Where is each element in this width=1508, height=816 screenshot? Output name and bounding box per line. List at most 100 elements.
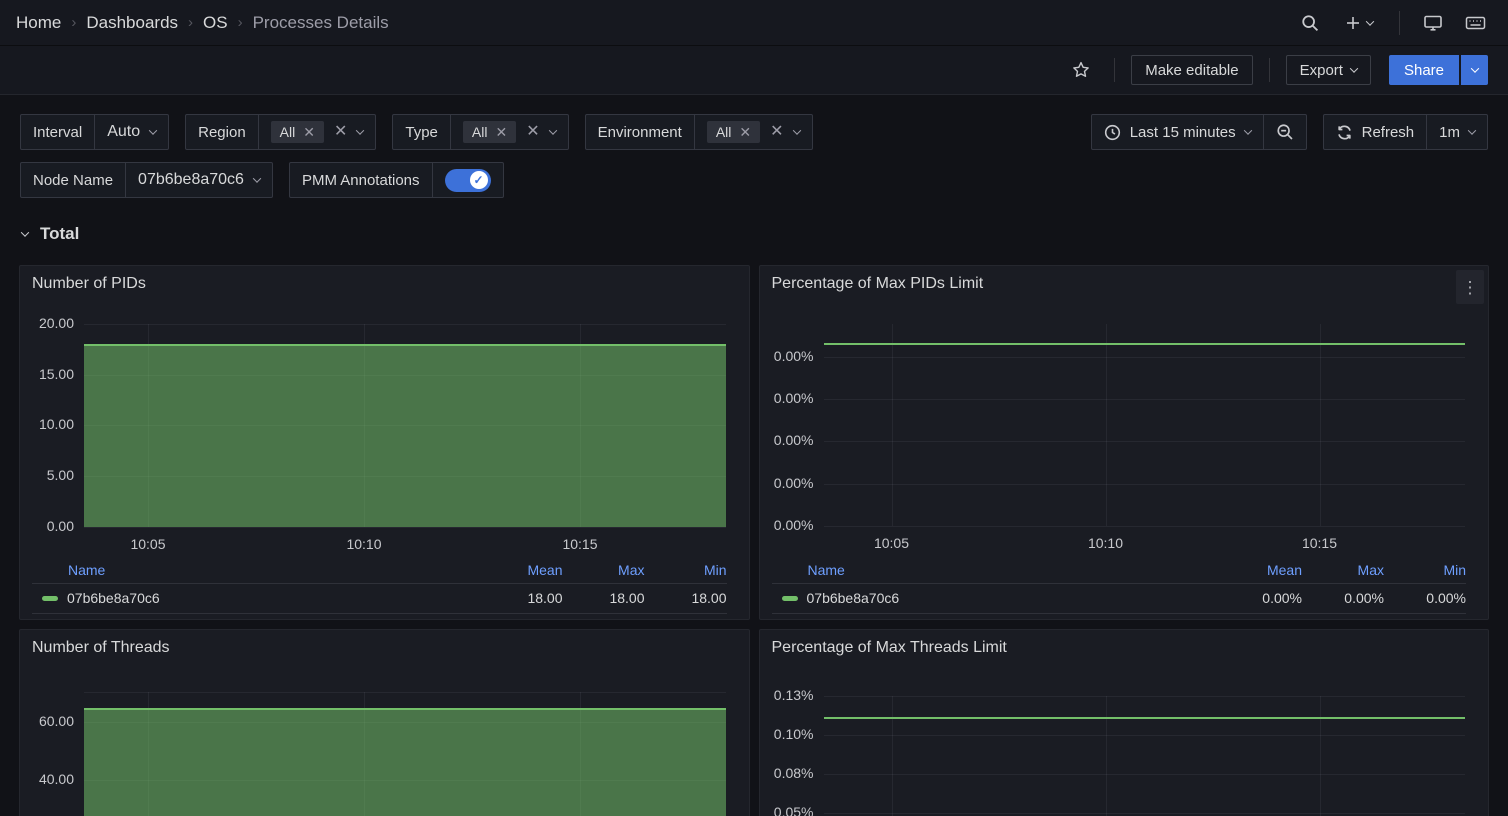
pmm-annotations-control: PMM Annotations ✓ (289, 162, 504, 198)
panel-menu-icon[interactable]: ⋮ (1456, 270, 1484, 304)
legend-col-min[interactable]: Min (645, 562, 727, 578)
type-chip[interactable]: All ✕ (463, 121, 516, 143)
pmm-annotations-toggle[interactable]: ✓ (445, 169, 491, 192)
legend-col-min[interactable]: Min (1384, 562, 1466, 578)
section-title: Total (40, 224, 79, 244)
make-editable-label: Make editable (1145, 62, 1238, 79)
type-label: Type (393, 115, 451, 149)
y-axis-label: 15.00 (20, 366, 74, 382)
series-name[interactable]: 07b6be8a70c6 (67, 590, 481, 606)
node-name-label: Node Name (21, 163, 126, 197)
environment-select[interactable]: All ✕ ✕ (695, 115, 812, 149)
grid-line (84, 527, 726, 528)
chevron-down-icon (356, 126, 364, 134)
legend-col-max[interactable]: Max (1302, 562, 1384, 578)
y-axis-label: 0.13% (760, 687, 814, 703)
series-max: 0.00% (1302, 590, 1384, 606)
toggle-check-icon: ✓ (470, 171, 488, 189)
breadcrumb-separator: › (71, 14, 76, 31)
chevron-down-icon (792, 126, 800, 134)
type-select[interactable]: All ✕ ✕ (451, 115, 568, 149)
y-axis-label: 20.00 (20, 315, 74, 331)
node-name-select[interactable]: 07b6be8a70c6 (126, 163, 272, 197)
grid-line (824, 357, 1466, 358)
y-axis-label: 10.00 (20, 416, 74, 432)
section-total-header[interactable]: Total (0, 198, 1508, 244)
environment-label: Environment (586, 115, 695, 149)
clear-filter-icon[interactable]: ✕ (526, 124, 539, 140)
share-button[interactable]: Share (1389, 55, 1459, 85)
legend-col-max[interactable]: Max (563, 562, 645, 578)
monitor-icon[interactable] (1416, 6, 1450, 40)
chevron-down-icon (253, 174, 261, 182)
environment-chip[interactable]: All ✕ (707, 121, 760, 143)
make-editable-button[interactable]: Make editable (1131, 55, 1252, 85)
keyboard-icon[interactable] (1458, 6, 1492, 40)
interval-select[interactable]: Auto (95, 115, 168, 149)
grid-line (824, 813, 1466, 814)
remove-chip-icon[interactable]: ✕ (739, 125, 751, 139)
refresh-icon (1336, 124, 1353, 141)
series-mean: 0.00% (1220, 590, 1302, 606)
breadcrumb-dashboards[interactable]: Dashboards (86, 13, 178, 33)
divider (1114, 58, 1115, 82)
region-filter: Region All ✕ ✕ (185, 114, 376, 150)
refresh-interval-value: 1m (1439, 124, 1460, 141)
time-range-button[interactable]: Last 15 minutes (1092, 115, 1263, 149)
panel-title[interactable]: Number of PIDs (32, 275, 146, 293)
environment-filter: Environment All ✕ ✕ (585, 114, 813, 150)
clear-filter-icon[interactable]: ✕ (770, 124, 783, 140)
legend-col-name[interactable]: Name (68, 562, 481, 578)
series-min: 18.00 (645, 590, 727, 606)
region-chip[interactable]: All ✕ (271, 121, 324, 143)
refresh-interval-button[interactable]: 1m (1426, 115, 1487, 149)
add-new-icon[interactable] (1335, 6, 1383, 40)
chevron-down-icon (1470, 64, 1478, 72)
legend-row: 07b6be8a70c6 18.00 18.00 18.00 (32, 584, 727, 614)
y-axis-label: 5.00 (20, 467, 74, 483)
legend-col-mean[interactable]: Mean (1220, 562, 1302, 578)
legend-col-name[interactable]: Name (808, 562, 1221, 578)
legend: Name Mean Max Min 07b6be8a70c6 0.00% 0.0… (772, 560, 1467, 614)
region-label: Region (186, 115, 259, 149)
series-line (824, 343, 1466, 345)
export-button[interactable]: Export (1286, 55, 1371, 85)
panel-title[interactable]: Percentage of Max Threads Limit (772, 639, 1007, 657)
breadcrumb-os[interactable]: OS (203, 13, 228, 33)
panel-title[interactable]: Percentage of Max PIDs Limit (772, 275, 984, 293)
x-axis-label: 10:15 (540, 536, 620, 552)
clear-filter-icon[interactable]: ✕ (334, 124, 347, 140)
breadcrumb: Home › Dashboards › OS › Processes Detai… (16, 13, 389, 33)
panel-number-of-threads: Number of Threads 60.0040.00 (19, 629, 750, 816)
star-icon[interactable] (1064, 53, 1098, 87)
panel-title[interactable]: Number of Threads (32, 639, 170, 657)
series-color-swatch (42, 596, 58, 601)
grid-line (1106, 324, 1107, 526)
x-axis-label: 10:10 (1066, 535, 1146, 551)
node-name-filter: Node Name 07b6be8a70c6 (20, 162, 273, 198)
search-icon[interactable] (1293, 6, 1327, 40)
breadcrumb-separator: › (238, 14, 243, 31)
interval-value: Auto (107, 123, 140, 141)
chevron-down-icon (149, 126, 157, 134)
series-name[interactable]: 07b6be8a70c6 (807, 590, 1221, 606)
region-select[interactable]: All ✕ ✕ (259, 115, 376, 149)
nav-actions (1293, 6, 1492, 40)
y-axis-label: 0.00% (760, 475, 814, 491)
remove-chip-icon[interactable]: ✕ (495, 125, 507, 139)
remove-chip-icon[interactable]: ✕ (303, 125, 315, 139)
chevron-down-icon (1243, 126, 1251, 134)
x-axis-label: 10:05 (852, 535, 932, 551)
zoom-out-button[interactable] (1263, 115, 1306, 149)
breadcrumb-home[interactable]: Home (16, 13, 61, 33)
interval-label: Interval (21, 115, 95, 149)
share-dropdown-button[interactable] (1461, 55, 1488, 85)
environment-chip-value: All (716, 124, 732, 140)
x-axis-label: 10:10 (324, 536, 404, 552)
y-axis-label: 60.00 (20, 713, 74, 729)
series-line (824, 717, 1466, 719)
legend-col-mean[interactable]: Mean (481, 562, 563, 578)
divider (1269, 58, 1270, 82)
refresh-button[interactable]: Refresh (1324, 115, 1427, 149)
grid-line (84, 324, 726, 325)
